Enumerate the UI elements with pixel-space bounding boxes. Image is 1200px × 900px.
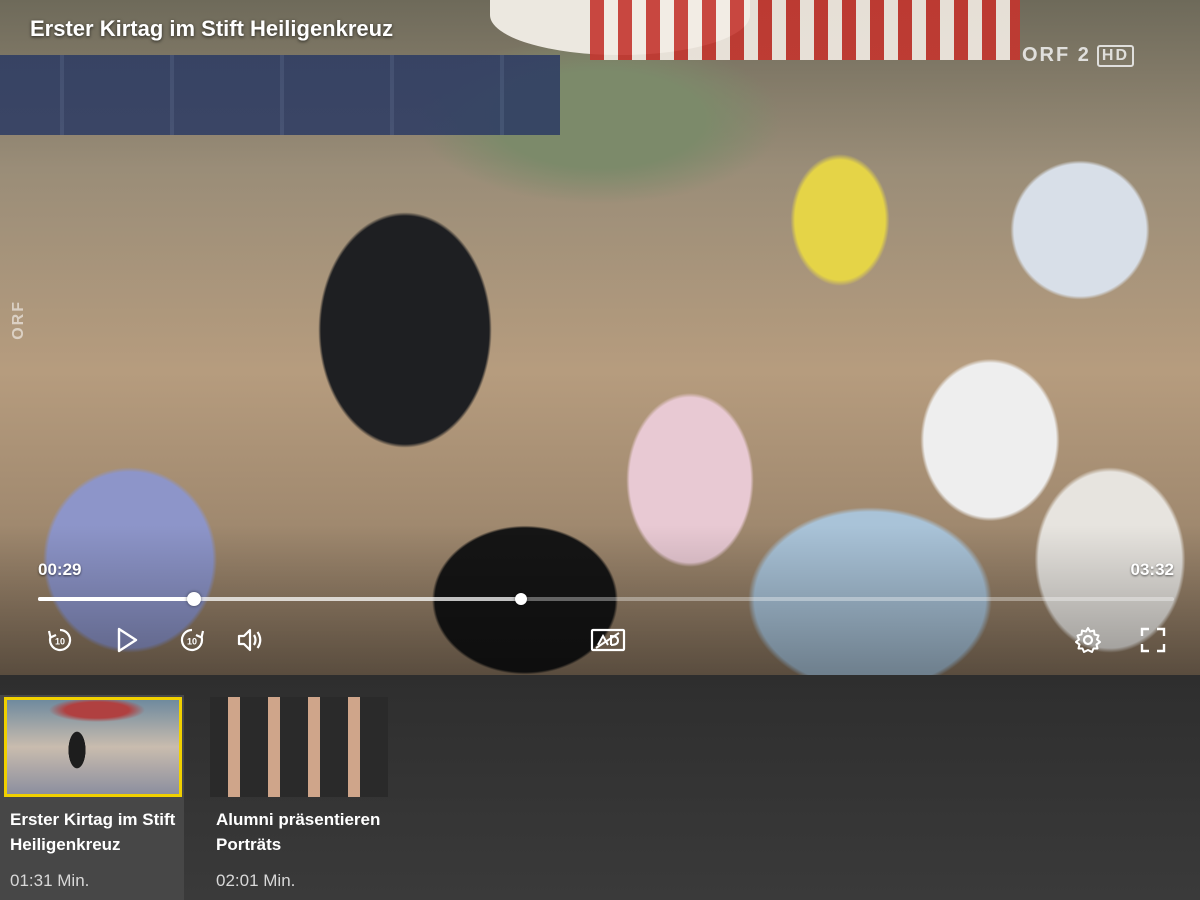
progress-bar[interactable]: [38, 592, 1174, 606]
playlist-item-alumni[interactable]: Alumni präsentieren Porträts 02:01 Min.: [206, 695, 390, 900]
playlist-item-duration: 01:31 Min.: [10, 871, 90, 890]
playlist-thumbnail[interactable]: [4, 697, 182, 797]
video-frame-awning: [590, 0, 1020, 60]
gear-icon: [1075, 627, 1101, 653]
play-icon: [117, 627, 138, 653]
channel-logo-text: ORF 2: [1022, 44, 1091, 66]
playlist-item-title[interactable]: Alumni präsentieren Porträts: [216, 807, 386, 857]
rewind-10-icon: 10: [47, 628, 72, 652]
orf-watermark: ORF: [10, 300, 27, 340]
playlist-item-erster-kirtag[interactable]: Erster Kirtag im Stift Heiligenkreuz 01:…: [0, 695, 184, 900]
play-button[interactable]: [108, 622, 144, 658]
svg-text:10: 10: [187, 637, 197, 647]
channel-logo: ORF 2 HD: [1022, 44, 1135, 67]
current-time: 00:29: [38, 560, 82, 579]
fullscreen-icon: [1140, 627, 1166, 653]
playlist: Erster Kirtag im Stift Heiligenkreuz 01:…: [0, 675, 1200, 900]
playlist-thumbnail[interactable]: [210, 697, 388, 797]
svg-text:10: 10: [55, 637, 65, 647]
total-time: 03:32: [1130, 560, 1174, 579]
playlist-item-title[interactable]: Erster Kirtag im Stift Heiligenkreuz: [10, 807, 180, 857]
video-title: Erster Kirtag im Stift Heiligenkreuz: [30, 16, 394, 41]
playlist-item-duration: 02:01 Min.: [216, 871, 296, 890]
volume-button[interactable]: [232, 622, 268, 658]
forward-10-icon: 10: [180, 628, 205, 652]
audio-description-button[interactable]: [588, 622, 628, 658]
progress-played: [38, 597, 194, 601]
volume-icon: [237, 628, 262, 652]
forward-10-button[interactable]: 10: [174, 622, 210, 658]
video-player[interactable]: Erster Kirtag im Stift Heiligenkreuz ORF…: [0, 0, 1200, 675]
settings-button[interactable]: [1070, 622, 1106, 658]
channel-hd-badge: HD: [1096, 44, 1135, 67]
audio-description-icon: [590, 628, 626, 652]
rewind-10-button[interactable]: 10: [42, 622, 78, 658]
progress-scrubber-handle[interactable]: [186, 592, 201, 606]
video-frame-crates: [0, 55, 560, 135]
progress-hover-marker: [514, 593, 527, 605]
fullscreen-button[interactable]: [1135, 622, 1171, 658]
